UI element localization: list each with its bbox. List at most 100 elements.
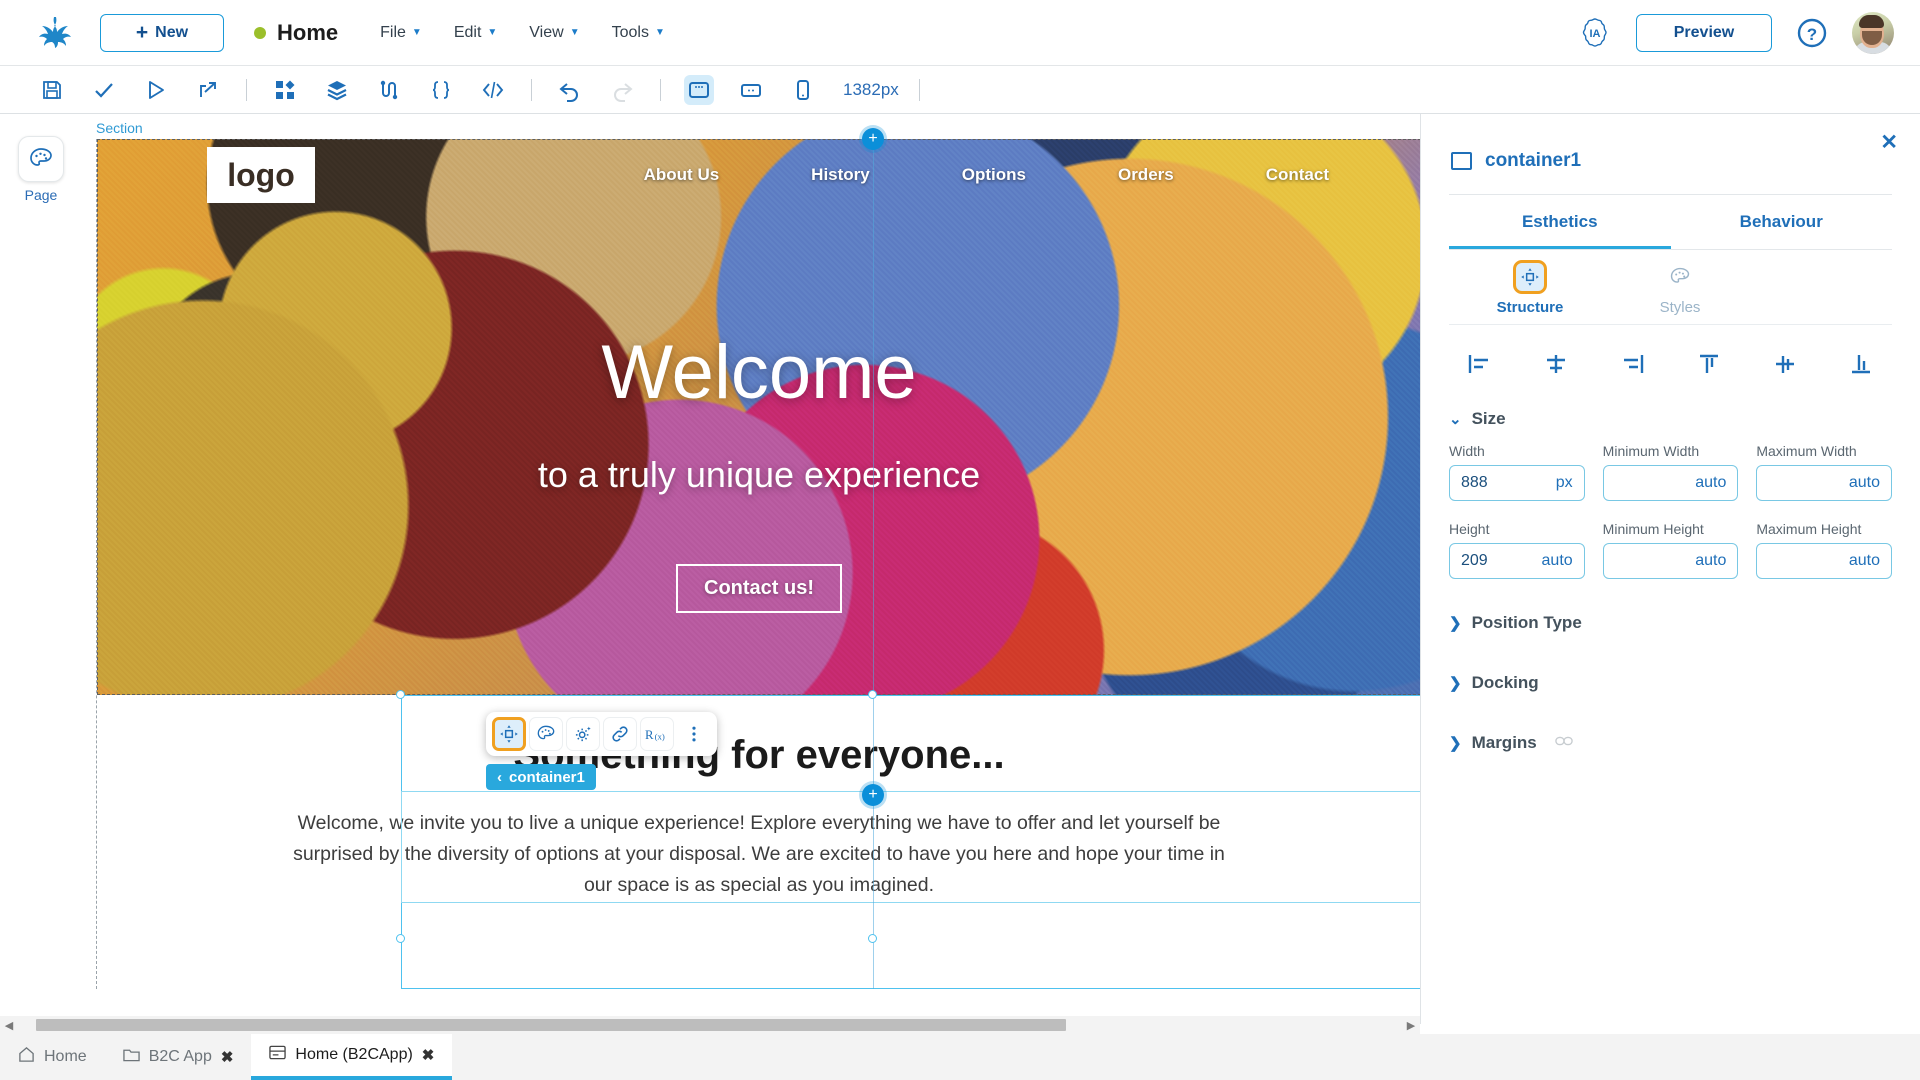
avatar[interactable] xyxy=(1852,11,1894,54)
menu-view[interactable]: View ▼ xyxy=(529,24,579,42)
align-center-horizontal-icon[interactable] xyxy=(1531,347,1581,381)
menu-tools[interactable]: Tools ▼ xyxy=(612,24,665,42)
resize-handle-tl[interactable] xyxy=(396,690,405,699)
align-bottom-icon[interactable] xyxy=(1836,347,1886,381)
code-brackets-icon[interactable] xyxy=(467,66,519,114)
tab-esthetics[interactable]: Esthetics xyxy=(1449,195,1671,249)
max-height-input-unit[interactable]: auto xyxy=(1849,552,1880,570)
redo-icon[interactable] xyxy=(596,66,648,114)
deploy-export-icon[interactable] xyxy=(182,66,234,114)
svg-text:(x): (x) xyxy=(655,732,665,742)
ia-assistant-icon[interactable]: IA xyxy=(1578,16,1612,50)
menu-edit[interactable]: Edit ▼ xyxy=(454,24,497,42)
json-braces-icon[interactable] xyxy=(415,66,467,114)
nav-link-contact[interactable]: Contact xyxy=(1266,165,1329,185)
settings-sparkle-icon[interactable] xyxy=(566,717,600,751)
selected-element-tag[interactable]: ‹ container1 xyxy=(486,764,596,790)
position-type-section[interactable]: ❯ Position Type xyxy=(1449,613,1892,633)
margins-section[interactable]: ❯ Margins xyxy=(1449,733,1892,753)
size-section-header[interactable]: ⌄ Size xyxy=(1449,409,1892,429)
palette-styles-icon[interactable] xyxy=(529,717,563,751)
tab-home-label: Home xyxy=(44,1048,87,1065)
triangle-left-icon[interactable]: ◀ xyxy=(0,1019,18,1032)
chevron-down-icon: ⌄ xyxy=(1449,411,1462,428)
more-vertical-icon[interactable] xyxy=(677,717,711,751)
align-right-icon[interactable] xyxy=(1607,347,1657,381)
insert-between-button[interactable]: + xyxy=(862,784,884,806)
max-height-input[interactable]: auto xyxy=(1756,543,1893,579)
min-height-input-unit[interactable]: auto xyxy=(1695,552,1726,570)
preview-button[interactable]: Preview xyxy=(1636,13,1772,52)
hero-title[interactable]: Welcome xyxy=(97,329,1420,416)
subtab-styles[interactable]: Styles xyxy=(1625,260,1735,316)
save-icon[interactable] xyxy=(26,66,78,114)
align-top-icon[interactable] xyxy=(1684,347,1734,381)
nav-link-options[interactable]: Options xyxy=(962,165,1026,185)
hero-cta-button[interactable]: Contact us! xyxy=(676,564,842,613)
flow-icon[interactable] xyxy=(363,66,415,114)
page-status: Home xyxy=(254,20,338,46)
hero-section[interactable]: logo About Us History Options Orders Con… xyxy=(97,139,1420,695)
position-type-label: Position Type xyxy=(1471,613,1582,632)
run-play-icon[interactable] xyxy=(130,66,182,114)
subtab-structure[interactable]: Structure xyxy=(1475,260,1585,316)
docking-section[interactable]: ❯ Docking xyxy=(1449,673,1892,693)
scrollbar-thumb[interactable] xyxy=(36,1019,1066,1031)
site-logo[interactable]: logo xyxy=(207,147,315,203)
resize-handle-tc[interactable] xyxy=(868,690,877,699)
nav-link-orders[interactable]: Orders xyxy=(1118,165,1174,185)
scrollbar-track[interactable] xyxy=(18,1019,1402,1031)
nav-link-about-us[interactable]: About Us xyxy=(644,165,720,185)
new-button[interactable]: + New xyxy=(100,13,224,52)
insert-above-button[interactable]: + xyxy=(862,128,884,150)
height-input[interactable]: 209 auto xyxy=(1449,543,1585,579)
hero-subtitle[interactable]: to a truly unique experience xyxy=(97,454,1420,496)
height-input-unit[interactable]: auto xyxy=(1542,552,1573,570)
tablet-view-icon[interactable] xyxy=(725,66,777,114)
tab-home[interactable]: Home xyxy=(0,1034,105,1080)
desktop-view-icon[interactable] xyxy=(673,66,725,114)
width-input-unit[interactable]: px xyxy=(1556,474,1573,492)
design-canvas[interactable]: Section logo About Us History Options Or… xyxy=(82,114,1420,1024)
app-header: + New Home File ▼ Edit ▼ View ▼ Tools ▼ xyxy=(0,0,1920,66)
close-icon[interactable]: ✖ xyxy=(221,1048,234,1066)
layers-icon[interactable] xyxy=(311,66,363,114)
canvas-horizontal-scrollbar[interactable]: ◀ ▶ xyxy=(0,1016,1420,1034)
menu-file[interactable]: File ▼ xyxy=(380,24,422,42)
width-input[interactable]: 888 px xyxy=(1449,465,1585,501)
sidebar-item-page[interactable]: Page xyxy=(16,136,66,203)
section-label: Section xyxy=(96,120,143,136)
tab-home-b2capp[interactable]: Home (B2CApp) ✖ xyxy=(251,1034,453,1080)
link-chain-icon[interactable] xyxy=(1554,734,1573,752)
undo-icon[interactable] xyxy=(544,66,596,114)
max-width-input-unit[interactable]: auto xyxy=(1849,474,1880,492)
validate-check-icon[interactable] xyxy=(78,66,130,114)
nav-link-history[interactable]: History xyxy=(811,165,870,185)
max-width-input[interactable]: auto xyxy=(1756,465,1893,501)
resize-handle-bc[interactable] xyxy=(868,934,877,943)
structure-move-icon[interactable] xyxy=(492,717,526,751)
frog-logo-icon[interactable] xyxy=(34,11,78,55)
lower-section[interactable]: Something for everyone... Welcome, we in… xyxy=(97,695,1420,989)
viewport-width-label[interactable]: 1382px xyxy=(843,80,899,100)
align-left-icon[interactable] xyxy=(1455,347,1505,381)
tab-behaviour[interactable]: Behaviour xyxy=(1671,195,1893,249)
close-icon[interactable]: ✖ xyxy=(422,1046,435,1064)
align-center-vertical-icon[interactable] xyxy=(1760,347,1810,381)
lower-section-title[interactable]: Something for everyone... xyxy=(97,695,1420,778)
main-toolbar: 1382px xyxy=(0,66,1920,114)
min-height-input[interactable]: auto xyxy=(1602,543,1739,579)
min-width-input[interactable]: auto xyxy=(1602,465,1739,501)
link-icon[interactable] xyxy=(603,717,637,751)
tab-b2c-app[interactable]: B2C App ✖ xyxy=(105,1034,252,1080)
mobile-view-icon[interactable] xyxy=(777,66,829,114)
question-mark-icon[interactable]: ? xyxy=(1796,17,1828,49)
rx-formula-icon[interactable]: R (x) xyxy=(640,717,674,751)
chevron-left-icon[interactable]: ‹ xyxy=(497,769,502,786)
min-width-input-unit[interactable]: auto xyxy=(1695,474,1726,492)
lower-section-body[interactable]: Welcome, we invite you to live a unique … xyxy=(282,808,1237,901)
close-icon[interactable]: ✕ xyxy=(1880,130,1898,155)
components-grid-icon[interactable] xyxy=(259,66,311,114)
resize-handle-bl[interactable] xyxy=(396,934,405,943)
triangle-right-icon[interactable]: ▶ xyxy=(1402,1019,1420,1032)
